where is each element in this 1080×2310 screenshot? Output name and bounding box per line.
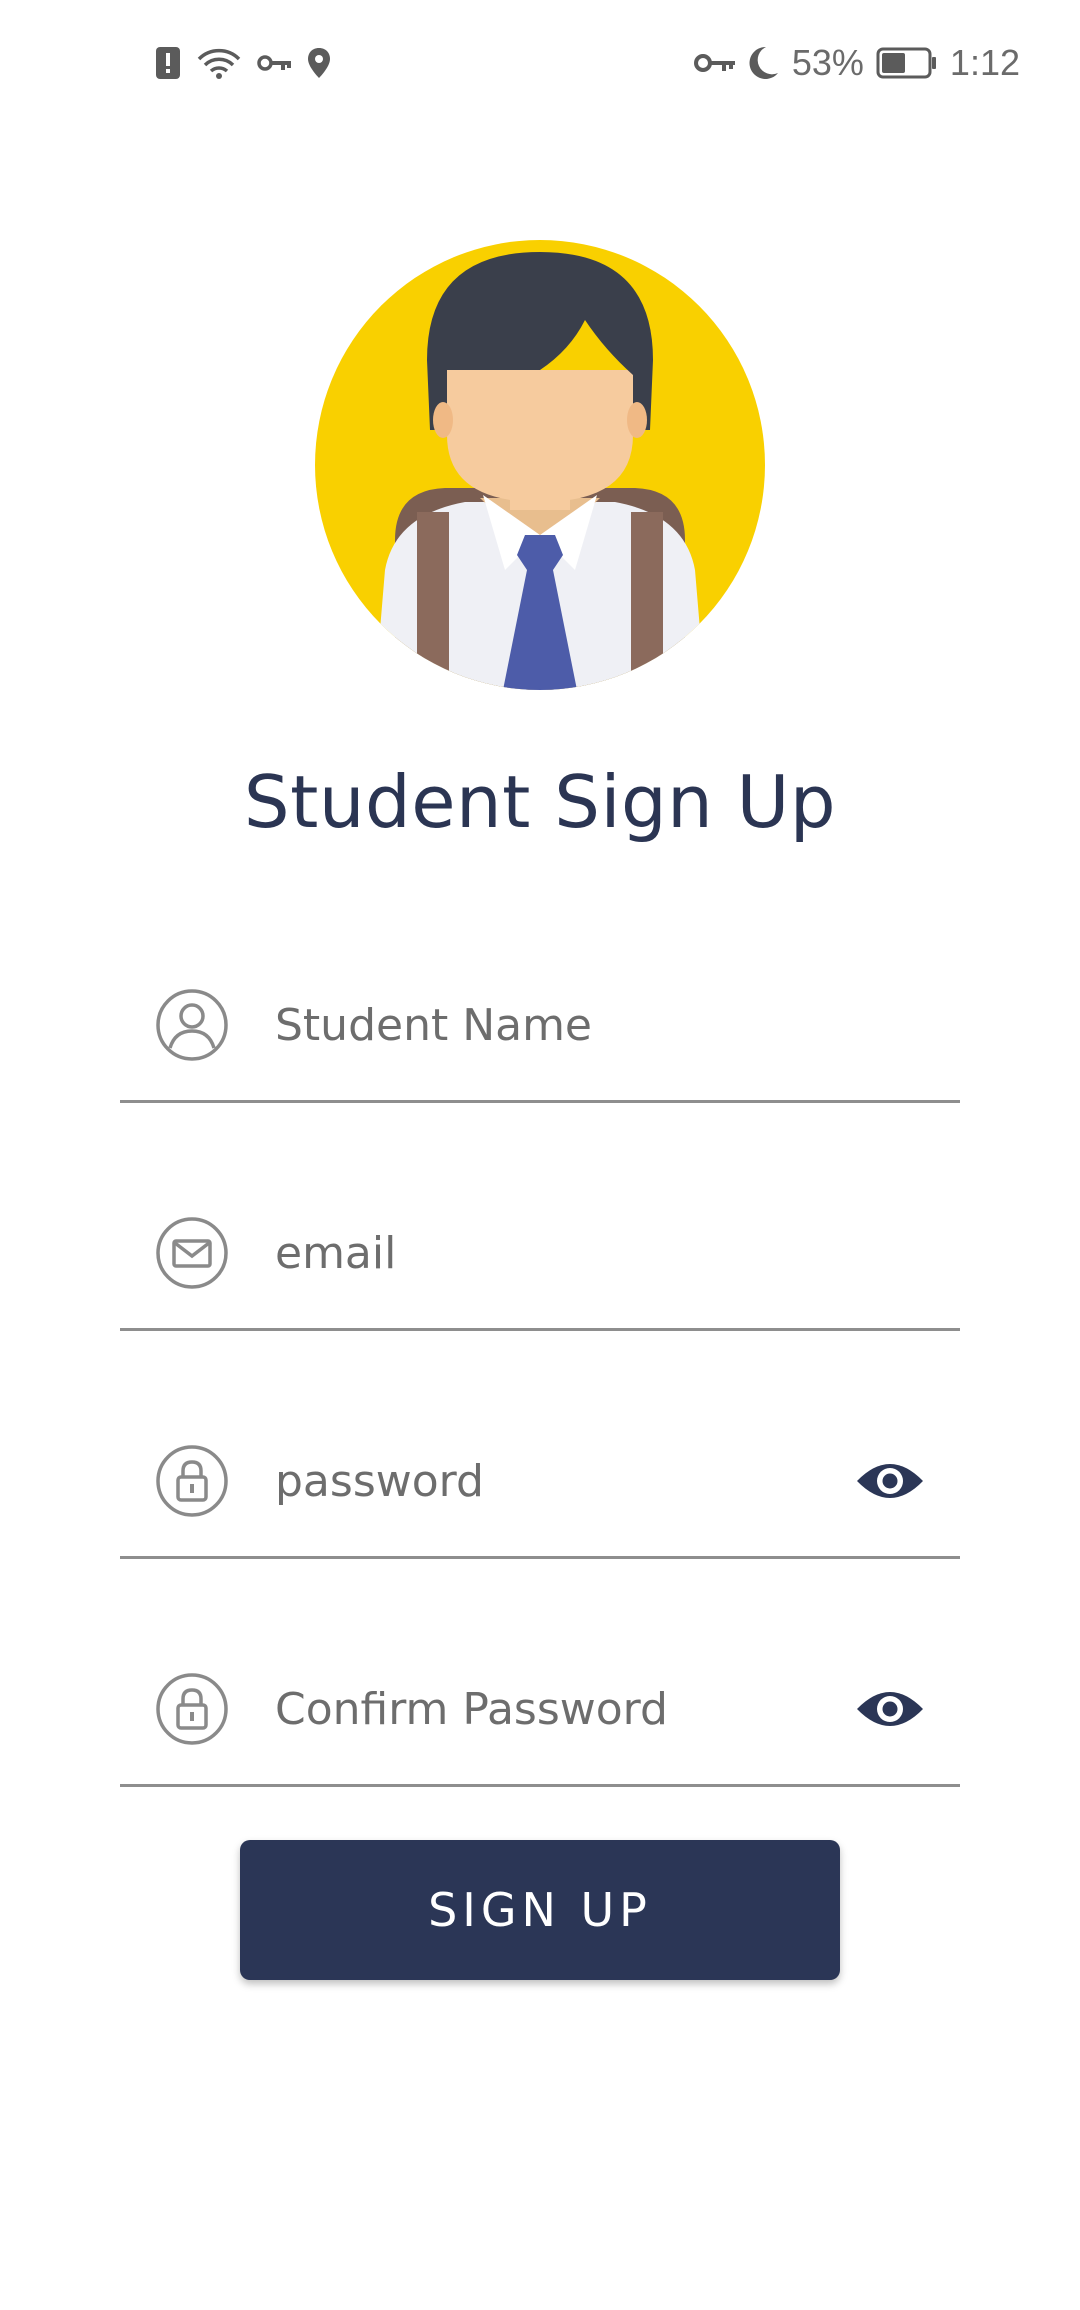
battery-icon [876,47,938,79]
email-input[interactable] [275,1218,835,1288]
status-bar: 53% 1:12 [0,0,1080,125]
student-name-field-row [120,950,960,1103]
sign-up-button[interactable]: SIGN UP [240,1840,840,1980]
user-icon [155,988,229,1062]
vpn-key-icon [693,52,736,74]
student-avatar-icon [315,240,765,690]
status-bar-right: 53% 1:12 [693,40,1020,86]
status-time: 1:12 [949,42,1020,83]
password-input[interactable] [275,1446,835,1516]
alert-icon [155,46,181,80]
confirm-password-input[interactable] [275,1674,835,1744]
confirm-password-field-row [120,1634,960,1787]
location-pin-icon [307,47,331,79]
lock-icon [155,1672,229,1746]
show-confirm-password-eye-icon[interactable] [855,1681,925,1737]
sign-up-screen: 53% 1:12 Student Sign Up Student Name em… [0,0,1080,2310]
show-password-eye-icon[interactable] [855,1453,925,1509]
student-name-input[interactable] [275,990,835,1060]
status-bar-left [155,40,331,86]
page-title: Student Sign Up [243,760,837,844]
vpn-key-icon [257,53,293,73]
email-field-row [120,1178,960,1331]
wifi-icon [195,45,243,81]
envelope-icon [155,1216,229,1290]
do-not-disturb-moon-icon [748,45,780,81]
battery-percent: 53% [791,42,864,83]
lock-icon [155,1444,229,1518]
password-field-row [120,1406,960,1559]
